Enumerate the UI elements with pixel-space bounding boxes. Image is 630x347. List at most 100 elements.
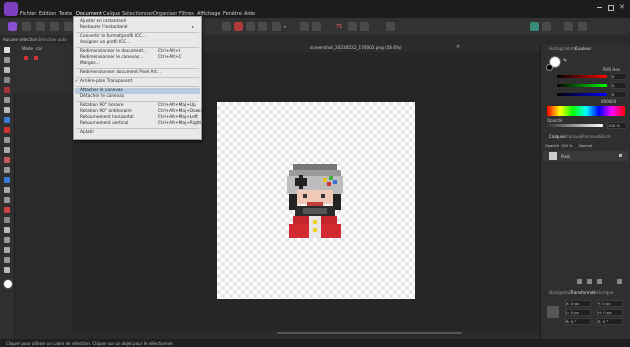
text-tool-icon[interactable] <box>4 227 10 233</box>
layer-visibility-icon[interactable] <box>619 154 622 157</box>
layer-opacity-value[interactable]: 100 % <box>561 144 572 148</box>
menu-item-detach-canvas[interactable]: Détacher le canevas <box>80 94 124 99</box>
menu-text[interactable]: Texte <box>59 11 72 17</box>
auto-levels-button[interactable] <box>222 22 231 31</box>
tab-navigator[interactable]: Navigateur <box>549 290 572 295</box>
auto-contrast-button[interactable] <box>234 22 243 31</box>
menu-item-convert-format[interactable]: Convertir le format/profil ICC... <box>80 34 146 39</box>
view-mode-button[interactable] <box>386 22 395 31</box>
pen-tool-icon[interactable] <box>4 217 10 223</box>
freehand-select-icon[interactable] <box>4 107 10 113</box>
eyedropper-icon[interactable]: ✎ <box>563 58 567 64</box>
transform-h-field[interactable]: H: 0 px <box>597 309 623 316</box>
move-tool-icon[interactable] <box>4 47 10 53</box>
menu-item-resize-pixel-art[interactable]: Redimensionner document Pixel Art... <box>80 70 161 75</box>
refine-button[interactable] <box>312 22 321 31</box>
smudge-tool-icon[interactable] <box>4 197 10 203</box>
crop-tool-icon[interactable] <box>4 67 10 73</box>
tab-stock[interactable]: Stock <box>599 134 611 139</box>
scrollbar-thumb[interactable] <box>277 332 462 334</box>
quick-mask-button[interactable] <box>300 22 309 31</box>
marquee-tool-icon[interactable] <box>4 97 10 103</box>
settings-button[interactable] <box>578 22 587 31</box>
blue-slider[interactable] <box>557 93 607 96</box>
menu-item-flatten[interactable]: Aplatir <box>80 130 94 135</box>
opacity-slider[interactable] <box>547 124 603 127</box>
layer-fx-icon[interactable] <box>597 279 602 284</box>
view-tool-icon[interactable] <box>4 57 10 63</box>
gradient-tool-icon[interactable] <box>4 247 10 253</box>
persona-export-button[interactable] <box>64 22 73 31</box>
auto-white-balance-button[interactable] <box>258 22 267 31</box>
selection-mode-button[interactable] <box>272 22 281 31</box>
layer-row[interactable]: Pixel <box>543 151 628 161</box>
menu-item-flip-horizontal[interactable]: Retournement horizontal <box>80 115 134 120</box>
menu-item-restore-snapshot[interactable]: Restaurer l'instantané <box>80 25 127 30</box>
document-canvas[interactable] <box>217 102 415 299</box>
primary-color-swatch[interactable] <box>3 279 13 289</box>
menu-item-resize-canvas[interactable]: Redimensionner le canevas... <box>80 55 143 60</box>
menu-edit[interactable]: Edition <box>39 11 56 17</box>
color-spectrum[interactable] <box>547 106 625 116</box>
transform-x-field[interactable]: X: 0 px <box>565 300 591 307</box>
zoom-tool-icon[interactable] <box>4 267 10 273</box>
close-icon[interactable]: ✕ <box>619 3 625 11</box>
green-value-field[interactable]: 0 <box>611 82 627 89</box>
tab-layers[interactable]: Calques <box>549 134 566 139</box>
menu-item-assign-icc[interactable]: Assigner un profil ICC... <box>80 40 130 45</box>
paint-brush-icon[interactable] <box>4 127 10 133</box>
transform-w-field[interactable]: L: 0 px <box>565 309 591 316</box>
menu-item-rotate-ccw[interactable]: Rotation 90° antihoraire <box>80 109 132 114</box>
menu-item-transparent-background[interactable]: Arrière-plan Transparent <box>80 79 132 84</box>
opacity-field[interactable]: 100 % <box>607 122 627 129</box>
snap-button[interactable] <box>348 22 357 31</box>
red-value-field[interactable]: 0 <box>611 73 627 80</box>
minimize-icon[interactable] <box>597 7 602 8</box>
layer-add-icon[interactable] <box>577 279 582 284</box>
stroke-color-swatch[interactable] <box>546 64 553 71</box>
layer-adjust-icon[interactable] <box>587 279 592 284</box>
blur-tool-icon[interactable] <box>4 207 10 213</box>
transform-s-field[interactable]: S: 0 ° <box>597 318 623 325</box>
green-slider[interactable] <box>557 84 607 87</box>
color-mode-select[interactable]: RVB Hex <box>603 67 620 72</box>
dodge-tool-icon[interactable] <box>4 157 10 163</box>
menu-item-adjust-snapshot[interactable]: Ajuster en instantané <box>80 19 126 24</box>
hex-value[interactable]: 000000 <box>601 99 616 104</box>
fill-tool-icon[interactable] <box>4 117 10 123</box>
selection-brush-icon[interactable] <box>4 77 10 83</box>
menu-item-resize-document[interactable]: Redimensionner le document... <box>80 49 147 54</box>
persona-liquify-button[interactable] <box>22 22 31 31</box>
clone-tool-icon[interactable] <box>4 167 10 173</box>
layer-delete-icon[interactable] <box>617 279 622 284</box>
assistant-button[interactable] <box>530 22 539 31</box>
anchor-point-icon[interactable] <box>547 306 559 318</box>
auto-select-toggle[interactable]: Sélection auto <box>38 37 67 42</box>
persona-tonemap-button[interactable] <box>50 22 59 31</box>
tab-histogram[interactable]: Histogramme <box>549 46 577 51</box>
transform-r-field[interactable]: R: 0 ° <box>565 318 591 325</box>
layer-mode-value[interactable]: cal <box>36 46 42 51</box>
red-slider[interactable] <box>557 75 607 78</box>
arrange-button[interactable] <box>542 22 551 31</box>
auto-colors-button[interactable] <box>246 22 255 31</box>
flood-select-icon[interactable] <box>4 87 10 93</box>
eyedropper-tool-icon[interactable] <box>4 257 10 263</box>
transform-y-field[interactable]: Y: 0 px <box>597 300 623 307</box>
menu-file[interactable]: Fichier <box>20 11 36 17</box>
document-tab-close-icon[interactable]: ✕ <box>456 44 460 50</box>
snap-options-button[interactable] <box>360 22 369 31</box>
pixel-tool-icon[interactable] <box>4 137 10 143</box>
horizontal-scrollbar[interactable] <box>72 330 540 336</box>
blue-value-field[interactable]: 0 <box>611 91 627 98</box>
maximize-icon[interactable] <box>608 5 614 11</box>
menu-window[interactable]: Fenêtre <box>223 11 242 17</box>
menu-item-margins[interactable]: Marges... <box>80 61 100 66</box>
menu-item-attach-canvas[interactable]: Attacher le canevas <box>80 88 123 93</box>
menu-item-rotate-cw[interactable]: Rotation 90° horaire <box>80 103 124 108</box>
tab-history[interactable]: Historique <box>592 290 613 295</box>
menu-item-flip-vertical[interactable]: Retournement vertical <box>80 121 128 126</box>
persona-photo-button[interactable] <box>8 22 17 31</box>
tab-channels[interactable]: Canaux <box>566 134 582 139</box>
menu-help[interactable]: Aide <box>244 11 255 17</box>
